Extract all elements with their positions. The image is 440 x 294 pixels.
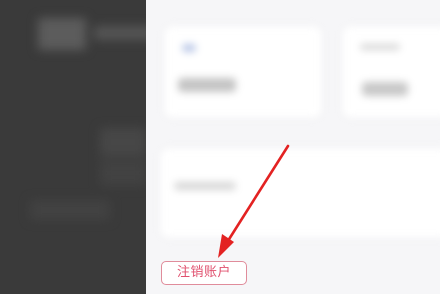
info-card xyxy=(342,26,440,118)
sidebar-overlay xyxy=(0,0,146,294)
logo xyxy=(38,18,86,50)
blurred-value xyxy=(362,82,408,96)
blurred-value xyxy=(178,78,236,92)
sidebar-blur-layer xyxy=(0,0,146,294)
blurred-label xyxy=(174,182,236,190)
settings-card xyxy=(160,148,440,238)
sidebar-block xyxy=(30,200,110,220)
info-card xyxy=(164,26,322,118)
cancel-account-button[interactable]: 注销账户 xyxy=(161,261,247,285)
content-blur-layer xyxy=(146,0,440,294)
sidebar-block xyxy=(100,128,146,156)
blurred-label xyxy=(360,44,400,50)
blurred-icon xyxy=(182,44,196,52)
sidebar-block xyxy=(100,160,146,186)
logo-text-blurred xyxy=(94,26,146,40)
main-content xyxy=(146,0,440,294)
